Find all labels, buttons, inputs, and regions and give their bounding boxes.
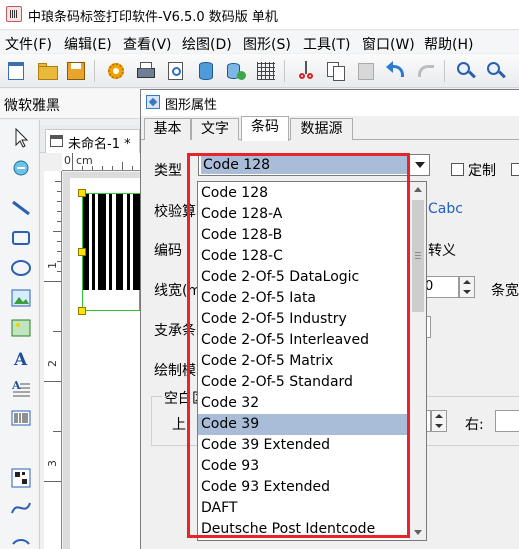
data-sources-icon[interactable]: [224, 59, 248, 83]
checksum-value[interactable]: Cabc: [428, 201, 463, 217]
resize-handle-bottom-left[interactable]: [78, 307, 86, 315]
font-selector[interactable]: 微软雅黑: [0, 89, 140, 119]
resize-handle-middle-left[interactable]: [78, 248, 86, 256]
ellipse-tool-icon[interactable]: [9, 256, 33, 280]
ruler-horizontal: 0 cm: [62, 153, 140, 171]
text-tool-icon[interactable]: A: [9, 346, 33, 370]
ruler-unit-label: cm: [76, 154, 93, 167]
settings-icon[interactable]: [104, 59, 128, 83]
hand-pan-icon[interactable]: [9, 156, 33, 180]
dialog-title-bar: 图形属性: [141, 90, 519, 116]
rectangle-tool-icon[interactable]: [9, 226, 33, 250]
open-icon[interactable]: [36, 59, 60, 83]
barcode-object[interactable]: [82, 193, 140, 311]
menu-help[interactable]: 帮助(H): [424, 34, 473, 54]
grid-icon[interactable]: [254, 59, 278, 83]
document-icon: [50, 135, 63, 147]
quiet-zone-right-input[interactable]: [495, 410, 519, 432]
document-tabs: 未命名-1 *: [40, 125, 140, 153]
dialog-title: 图形属性: [165, 98, 218, 113]
encoding-label: 编码: [154, 243, 182, 259]
custom-checkbox[interactable]: [451, 163, 464, 176]
print-preview-icon[interactable]: [164, 59, 188, 83]
picture-tool-icon[interactable]: [9, 316, 33, 340]
print-icon[interactable]: [134, 59, 158, 83]
ruler-left-label-2: 2: [46, 360, 59, 367]
document-tab-label: 未命名-1 *: [68, 137, 131, 152]
tab-data-source[interactable]: 数据源: [290, 118, 353, 140]
copy-icon[interactable]: [324, 59, 348, 83]
menu-file[interactable]: 文件(F): [5, 34, 52, 54]
dialog-icon: [146, 95, 160, 109]
qrcode-tool-icon[interactable]: [9, 466, 33, 490]
paragraph-text-icon[interactable]: A: [9, 376, 33, 400]
type-label: 类型: [154, 163, 182, 179]
database-icon[interactable]: [194, 59, 218, 83]
svg-text:A: A: [13, 350, 28, 370]
tab-barcode[interactable]: 条码: [241, 116, 289, 141]
scroll-down-icon[interactable]: [414, 530, 422, 535]
toolbar: [0, 54, 519, 88]
line-tool-icon[interactable]: [9, 196, 33, 220]
tool-palette: A A: [0, 120, 40, 549]
title-bar: 中琅条码标签打印软件-V6.5.0 数码版 单机: [0, 0, 519, 30]
dropdown-scrollbar[interactable]: [409, 182, 426, 540]
barcode-tool-icon[interactable]: [9, 406, 33, 430]
undo-icon[interactable]: [384, 59, 408, 83]
menu-bar: 文件(F) 编辑(E) 查看(V) 绘图(D) 图形(S) 工具(T) 窗口(W…: [0, 31, 519, 53]
app-icon: [6, 6, 22, 22]
svg-text:A: A: [11, 379, 21, 392]
chevron-down-icon[interactable]: [415, 162, 425, 168]
tab-document[interactable]: 未命名-1 *: [45, 129, 140, 153]
cut-icon[interactable]: [294, 59, 318, 83]
tab-text[interactable]: 文字: [191, 118, 239, 140]
zoom-out-icon[interactable]: [484, 59, 508, 83]
menu-shape[interactable]: 图形(S): [243, 34, 291, 54]
menu-draw[interactable]: 绘图(D): [182, 34, 232, 54]
menu-view[interactable]: 查看(V): [123, 34, 172, 54]
menu-edit[interactable]: 编辑(E): [64, 34, 112, 54]
save-icon[interactable]: [64, 59, 88, 83]
quiet-zone-right-label: 右:: [465, 417, 484, 433]
ruler-vertical: 1 2 3: [44, 171, 62, 549]
select-pointer-icon[interactable]: [9, 126, 33, 150]
paste-icon[interactable]: [354, 59, 378, 83]
window-title: 中琅条码标签打印软件-V6.5.0 数码版 单机: [28, 10, 278, 25]
image-tool-icon[interactable]: [9, 286, 33, 310]
arc-tool-icon[interactable]: [9, 524, 33, 548]
scrollbar-thumb[interactable]: [412, 200, 424, 312]
menu-window[interactable]: 窗口(W): [362, 34, 415, 54]
custom-label: 定制: [468, 163, 496, 179]
escape-label: 转义: [428, 243, 456, 259]
quiet-zone-top-spinner[interactable]: [431, 410, 447, 432]
ruler-left-label-3: 3: [46, 460, 59, 467]
ruler-left-label-1: 1: [46, 262, 59, 269]
dialog-tabs: 基本 文字 条码 数据源: [141, 116, 519, 141]
bar-ratio-label: 条宽: [491, 283, 519, 299]
curve-tool-icon[interactable]: [9, 496, 33, 520]
annotation-highlight-box: [187, 153, 410, 538]
tab-basic[interactable]: 基本: [144, 118, 191, 140]
quiet-zone-top-label: 上: [172, 417, 186, 433]
second-checkbox[interactable]: [511, 163, 519, 176]
menu-tools[interactable]: 工具(T): [303, 34, 350, 54]
scroll-up-icon[interactable]: [414, 187, 422, 192]
redo-icon[interactable]: [414, 59, 438, 83]
new-icon[interactable]: [4, 59, 28, 83]
font-name-value: 微软雅黑: [4, 98, 60, 114]
line-width-spinner[interactable]: [459, 276, 475, 298]
zoom-in-icon[interactable]: [454, 59, 478, 83]
resize-handle-top-left[interactable]: [78, 189, 86, 197]
ruler-origin-label: 0: [64, 154, 71, 167]
